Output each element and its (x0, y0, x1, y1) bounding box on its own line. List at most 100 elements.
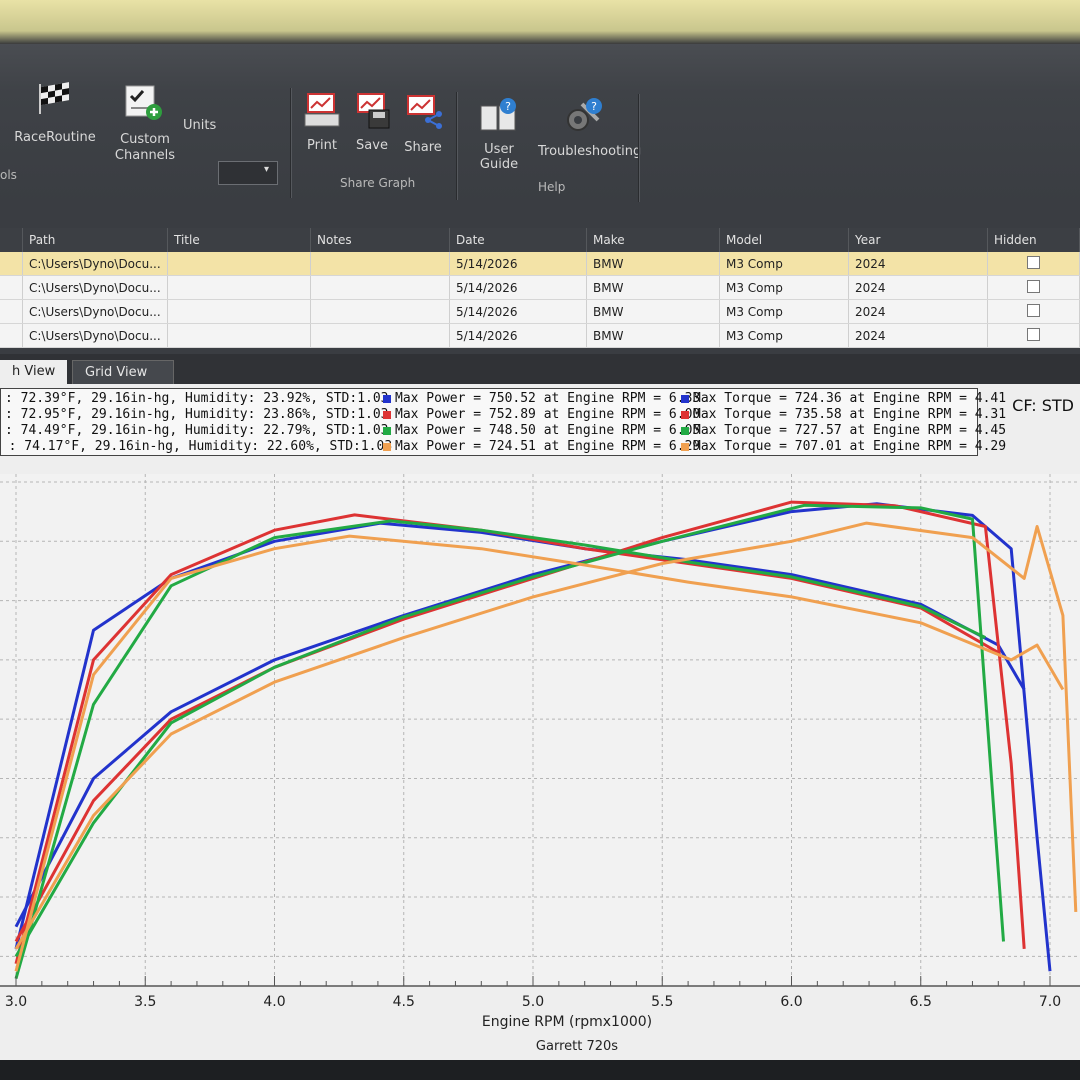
runs-table: Path Title Notes Date Make Model Year Hi… (0, 228, 1080, 348)
cell-make: BMW (586, 323, 720, 348)
print-button[interactable]: Print (300, 138, 344, 153)
legend-conditions: : 72.95°F, 29.16in-hg, Humidity: 23.86%,… (5, 407, 389, 422)
series-swatch (383, 442, 391, 451)
troubleshooting-button[interactable]: Troubleshooting (538, 144, 641, 159)
col-model[interactable]: Model (719, 228, 849, 252)
units-dropdown[interactable]: ▾ (218, 161, 278, 185)
user-guide-icon: ? (480, 98, 516, 131)
max-power-text: Max Power = 752.89 at Engine RPM = 6.00 (395, 407, 701, 422)
legend-conditions: : 74.49°F, 29.16in-hg, Humidity: 22.79%,… (5, 423, 389, 438)
hidden-checkbox[interactable] (1027, 327, 1040, 341)
table-header: Path Title Notes Date Make Model Year Hi… (0, 228, 1080, 252)
cell-title (167, 299, 311, 324)
print-icon (304, 93, 340, 127)
cell-date: 5/14/2026 (449, 323, 587, 348)
legend-max-torque: Max Torque = 707.01 at Engine RPM = 4.29 (681, 439, 1006, 454)
legend-max-torque: Max Torque = 727.57 at Engine RPM = 4.45 (681, 423, 1006, 438)
cell-hidden (987, 323, 1080, 348)
max-power-text: Max Power = 748.50 at Engine RPM = 6.05 (395, 423, 701, 438)
cell-make: BMW (586, 299, 720, 324)
cell-hidden (987, 299, 1080, 324)
cell-date: 5/14/2026 (449, 299, 587, 324)
cell-year: 2024 (848, 299, 988, 324)
share-button[interactable]: Share (400, 140, 446, 155)
correction-factor-label: CF: STD (1012, 396, 1074, 415)
hidden-checkbox[interactable] (1027, 279, 1040, 293)
col-date[interactable]: Date (449, 228, 587, 252)
divider (290, 88, 292, 198)
col-path[interactable]: Path (22, 228, 168, 252)
legend-max-torque: Max Torque = 735.58 at Engine RPM = 4.31 (681, 407, 1006, 422)
custom-channels-button[interactable]: Custom Channels (110, 132, 180, 164)
table-row[interactable]: C:\Users\Dyno\Docu... 5/14/2026 BMW M3 C… (0, 323, 1080, 348)
x-tick-label: 4.0 (263, 994, 285, 1010)
col-notes[interactable]: Notes (310, 228, 450, 252)
row-selector[interactable] (0, 323, 23, 348)
save-button[interactable]: Save (350, 138, 394, 153)
series-swatch (383, 426, 391, 435)
col-hidden[interactable]: Hidden (987, 228, 1080, 252)
legend-max-torque: Max Torque = 724.36 at Engine RPM = 4.41 (681, 391, 1006, 406)
col-make[interactable]: Make (586, 228, 720, 252)
hidden-checkbox[interactable] (1027, 303, 1040, 317)
row-selector[interactable] (0, 299, 23, 324)
divider (638, 94, 640, 202)
cell-date: 5/14/2026 (449, 252, 587, 276)
cell-title (167, 275, 311, 300)
cell-notes (310, 323, 450, 348)
run-legend: : 72.39°F, 29.16in-hg, Humidity: 23.92%,… (0, 388, 1006, 456)
cell-date: 5/14/2026 (449, 275, 587, 300)
x-tick-label: 4.5 (393, 994, 415, 1010)
col-title[interactable]: Title (167, 228, 311, 252)
col-year[interactable]: Year (848, 228, 988, 252)
hidden-checkbox[interactable] (1027, 255, 1040, 269)
cell-year: 2024 (848, 323, 988, 348)
tab-graph-view[interactable]: h View (0, 360, 68, 384)
cell-model: M3 Comp (719, 323, 849, 348)
cell-model: M3 Comp (719, 299, 849, 324)
user-guide-button[interactable]: User Guide (464, 142, 534, 172)
series-swatch (383, 410, 391, 419)
view-tabs: h View Grid View (0, 354, 1080, 386)
cell-notes (310, 299, 450, 324)
units-label: Units (183, 118, 217, 133)
cell-hidden (987, 252, 1080, 276)
cell-year: 2024 (848, 275, 988, 300)
cell-path: C:\Users\Dyno\Docu... (22, 299, 168, 324)
cell-model: M3 Comp (719, 275, 849, 300)
svg-text:?: ? (591, 100, 597, 113)
raceroutine-button[interactable]: RaceRoutine (10, 130, 100, 145)
cell-path: C:\Users\Dyno\Docu... (22, 323, 168, 348)
x-tick-label: 3.5 (134, 994, 156, 1010)
x-tick-label: 6.0 (780, 994, 802, 1010)
x-tick-label: 3.0 (5, 994, 27, 1010)
cell-year: 2024 (848, 252, 988, 276)
tools-group-label: ols (0, 168, 17, 182)
legend-max-power: Max Power = 748.50 at Engine RPM = 6.05 (383, 423, 700, 438)
col-selector (0, 228, 23, 252)
cell-hidden (987, 275, 1080, 300)
max-torque-text: Max Torque = 724.36 at Engine RPM = 4.41 (693, 391, 1007, 406)
x-axis-label: Engine RPM (rpmx1000) (482, 1014, 652, 1030)
x-tick-label: 7.0 (1039, 994, 1061, 1010)
legend-max-power: Max Power = 724.51 at Engine RPM = 6.29 (383, 439, 700, 454)
legend-max-power: Max Power = 752.89 at Engine RPM = 6.00 (383, 407, 700, 422)
cell-path: C:\Users\Dyno\Docu... (22, 275, 168, 300)
chevron-down-icon: ▾ (263, 164, 269, 175)
divider (456, 92, 458, 200)
cell-notes (310, 275, 450, 300)
ribbon-toolbar: RaceRoutine Custom Channels Units ▾ ols … (0, 44, 1080, 204)
series-swatch (681, 442, 689, 451)
table-row[interactable]: C:\Users\Dyno\Docu... 5/14/2026 BMW M3 C… (0, 299, 1080, 324)
max-power-text: Max Power = 750.52 at Engine RPM = 6.33 (395, 391, 701, 406)
tab-grid-view[interactable]: Grid View (72, 360, 174, 386)
legend-conditions: : 72.39°F, 29.16in-hg, Humidity: 23.92%,… (5, 391, 389, 406)
x-tick-label: 6.5 (910, 994, 932, 1010)
row-selector[interactable] (0, 252, 23, 276)
cell-title (167, 323, 311, 348)
max-power-text: Max Power = 724.51 at Engine RPM = 6.29 (395, 439, 701, 454)
cell-make: BMW (586, 252, 720, 276)
table-row[interactable]: C:\Users\Dyno\Docu... 5/14/2026 BMW M3 C… (0, 252, 1080, 276)
row-selector[interactable] (0, 275, 23, 300)
table-row[interactable]: C:\Users\Dyno\Docu... 5/14/2026 BMW M3 C… (0, 275, 1080, 300)
